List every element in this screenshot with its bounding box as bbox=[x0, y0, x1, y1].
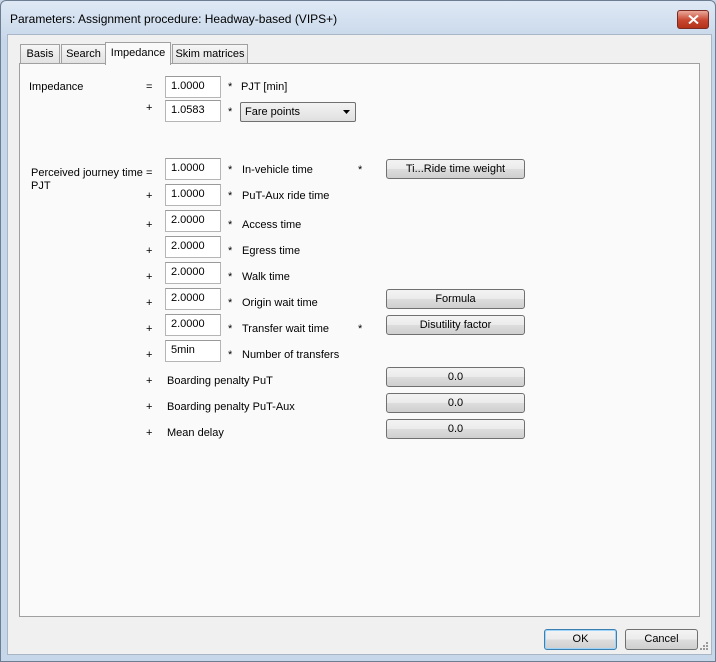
term-label: Transfer wait time bbox=[242, 323, 330, 335]
operator: + bbox=[146, 323, 153, 335]
multiply-sign: * bbox=[358, 323, 363, 335]
fare-points-dropdown[interactable]: Fare points bbox=[240, 102, 356, 122]
tab-search[interactable]: Search bbox=[61, 44, 106, 63]
multiply-sign: * bbox=[228, 190, 233, 202]
disutility-factor-button[interactable]: Disutility factor bbox=[386, 315, 525, 335]
operator: = bbox=[146, 167, 153, 179]
multiply-sign: * bbox=[228, 164, 233, 176]
multiply-sign: * bbox=[358, 164, 363, 176]
in-vehicle-time-field[interactable]: 1.0000 bbox=[165, 158, 221, 180]
operator: + bbox=[146, 401, 153, 413]
cancel-button[interactable]: Cancel bbox=[625, 629, 698, 650]
term-label: Boarding penalty PuT bbox=[167, 375, 273, 387]
multiply-sign: * bbox=[228, 323, 233, 335]
dialog-window: Parameters: Assignment procedure: Headwa… bbox=[0, 0, 716, 662]
term-label: Walk time bbox=[242, 271, 290, 283]
term-label: Boarding penalty PuT-Aux bbox=[167, 401, 295, 413]
operator: + bbox=[146, 245, 153, 257]
term-label: PuT-Aux ride time bbox=[242, 190, 330, 202]
tab-label: Basis bbox=[26, 48, 54, 60]
mean-delay-button[interactable]: 0.0 bbox=[386, 419, 525, 439]
multiply-sign: * bbox=[228, 349, 233, 361]
number-of-transfers-field[interactable]: 5min bbox=[165, 340, 221, 362]
impedance-label: Impedance bbox=[29, 81, 84, 93]
boarding-penalty-put-aux-button[interactable]: 0.0 bbox=[386, 393, 525, 413]
operator: + bbox=[146, 297, 153, 309]
term-label: Origin wait time bbox=[242, 297, 318, 309]
term-label: Number of transfers bbox=[242, 349, 340, 361]
tab-basis[interactable]: Basis bbox=[20, 44, 60, 63]
title-bar[interactable]: Parameters: Assignment procedure: Headwa… bbox=[1, 1, 715, 31]
tab-label: Search bbox=[66, 48, 101, 60]
term-label: PJT [min] bbox=[241, 81, 288, 93]
impedance-panel: Impedance = 1.0000 * PJT [min] + 1.0583 … bbox=[19, 63, 700, 617]
multiply-sign: * bbox=[228, 297, 233, 309]
operator: = bbox=[146, 81, 153, 93]
multiply-sign: * bbox=[228, 81, 233, 93]
chevron-down-icon bbox=[343, 110, 350, 114]
fare-coefficient-field[interactable]: 1.0583 bbox=[165, 100, 221, 122]
tab-label: Skim matrices bbox=[175, 48, 245, 60]
operator: + bbox=[146, 349, 153, 361]
close-button[interactable] bbox=[677, 10, 709, 29]
term-label: Access time bbox=[242, 219, 302, 231]
operator: + bbox=[146, 271, 153, 283]
transfer-wait-time-field[interactable]: 2.0000 bbox=[165, 314, 221, 336]
multiply-sign: * bbox=[228, 271, 233, 283]
operator: + bbox=[146, 375, 153, 387]
dropdown-value: Fare points bbox=[245, 106, 301, 118]
operator: + bbox=[146, 427, 153, 439]
pjt-coefficient-field[interactable]: 1.0000 bbox=[165, 76, 221, 98]
ride-time-weight-button[interactable]: Ti...Ride time weight bbox=[386, 159, 525, 179]
resize-grip-icon[interactable] bbox=[700, 642, 709, 651]
origin-wait-time-field[interactable]: 2.0000 bbox=[165, 288, 221, 310]
tab-impedance[interactable]: Impedance bbox=[105, 42, 171, 65]
walk-time-field[interactable]: 2.0000 bbox=[165, 262, 221, 284]
term-label: Mean delay bbox=[167, 427, 224, 439]
pjt-abbrev-label: PJT bbox=[31, 180, 51, 192]
operator: + bbox=[146, 190, 153, 202]
term-label: Egress time bbox=[242, 245, 301, 257]
boarding-penalty-put-button[interactable]: 0.0 bbox=[386, 367, 525, 387]
dialog-client: Basis Search Impedance Skim matrices Imp… bbox=[7, 34, 712, 655]
formula-button[interactable]: Formula bbox=[386, 289, 525, 309]
window-title: Parameters: Assignment procedure: Headwa… bbox=[10, 12, 338, 26]
operator: + bbox=[146, 102, 153, 114]
access-time-field[interactable]: 2.0000 bbox=[165, 210, 221, 232]
multiply-sign: * bbox=[228, 219, 233, 231]
tab-label: Impedance bbox=[110, 47, 166, 59]
ok-button[interactable]: OK bbox=[544, 629, 617, 650]
term-label: In-vehicle time bbox=[242, 164, 313, 176]
egress-time-field[interactable]: 2.0000 bbox=[165, 236, 221, 258]
put-aux-ride-time-field[interactable]: 1.0000 bbox=[165, 184, 221, 206]
tab-skim-matrices[interactable]: Skim matrices bbox=[172, 44, 248, 63]
operator: + bbox=[146, 219, 153, 231]
pjt-label: Perceived journey time bbox=[31, 167, 143, 179]
multiply-sign: * bbox=[228, 106, 233, 118]
multiply-sign: * bbox=[228, 245, 233, 257]
close-icon bbox=[687, 15, 699, 24]
